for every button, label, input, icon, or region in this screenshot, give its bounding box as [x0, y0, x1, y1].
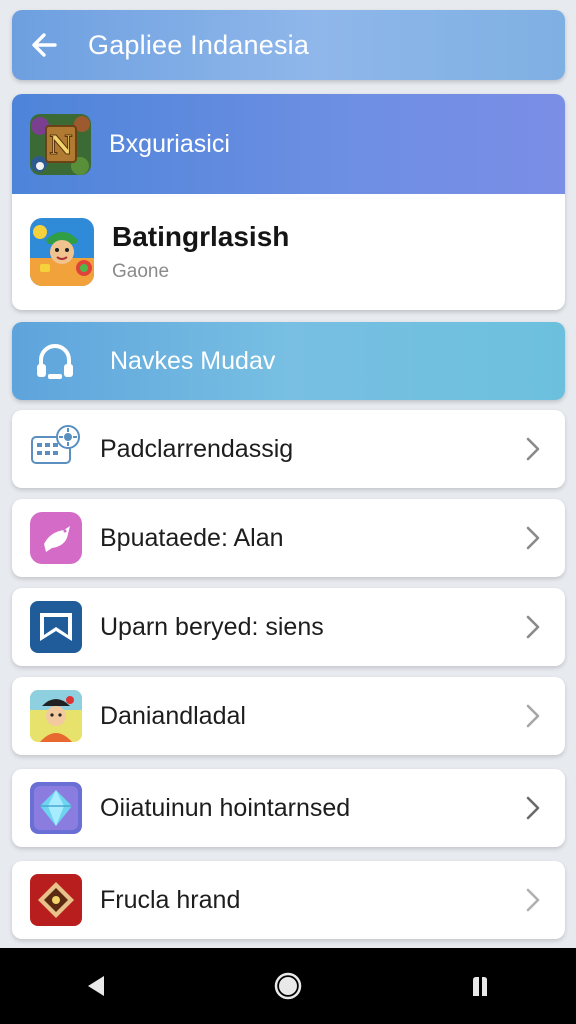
section-label: Navkes Mudav: [110, 346, 276, 375]
bird-app-icon: [30, 512, 82, 564]
list-item-label: Oiiatuinun hointarnsed: [100, 793, 351, 822]
character-game-icon: [30, 218, 94, 286]
list-item-4[interactable]: Daniandladal: [12, 677, 565, 755]
crystal-game-icon: [30, 782, 82, 834]
bookmark-frame-icon: [30, 601, 82, 653]
recents-icon: [473, 974, 487, 996]
back-triangle-icon: [88, 976, 104, 996]
list-item-label: Padclarrendassig: [100, 434, 294, 463]
list-item-6[interactable]: Frucla hrand: [12, 861, 565, 939]
chevron-right-icon: [513, 429, 553, 469]
list-item-2[interactable]: Bpuataede: Alan: [12, 499, 565, 577]
puzzle-game-icon: N: [30, 113, 91, 175]
app-bar: Gapliee Indanesia: [12, 10, 565, 80]
list-item-label: Frucla hrand: [100, 885, 241, 914]
featured-text: Batingrlasish Gaone: [112, 221, 289, 283]
svg-text:N: N: [49, 131, 73, 161]
list-item-3[interactable]: Uparn beryed: siens: [12, 588, 565, 666]
list-item-label: Daniandladal: [100, 701, 246, 730]
chevron-right-icon: [513, 788, 553, 828]
app-screen: Gapliee Indanesia N Bxguriasici Batingrl…: [0, 0, 576, 1024]
page-title: Gapliee Indanesia: [88, 29, 310, 60]
arrow-left-icon: [32, 33, 57, 57]
system-nav-bar: [0, 948, 576, 1024]
featured-app-entry[interactable]: Batingrlasish Gaone: [12, 194, 565, 310]
list-item-5[interactable]: Oiiatuinun hointarnsed: [12, 769, 565, 847]
featured-subtitle: Gaone: [112, 261, 170, 282]
nav-back-button[interactable]: [66, 956, 126, 1016]
keyboard-settings-icon: [30, 423, 82, 475]
featured-title: Batingrlasish: [112, 221, 290, 252]
chevron-right-icon: [513, 696, 553, 736]
featured-header[interactable]: N Bxguriasici: [12, 94, 565, 194]
list-item-label: Bpuataede: Alan: [100, 523, 284, 552]
list-item-label: Uparn beryed: siens: [100, 612, 324, 641]
featured-header-label: Bxguriasici: [109, 129, 230, 158]
list-item-1[interactable]: Padclarrendassig: [12, 410, 565, 488]
chevron-right-icon: [513, 518, 553, 558]
home-circle-icon: [274, 972, 302, 1000]
back-button[interactable]: [12, 10, 76, 80]
featured-card: N Bxguriasici Batingrlasish Gaone: [12, 94, 565, 310]
chevron-right-icon: [513, 607, 553, 647]
character-avatar-icon: [30, 690, 82, 742]
nav-recents-button[interactable]: [450, 956, 510, 1016]
gem-badge-icon: [30, 874, 82, 926]
headset-icon: [37, 344, 73, 379]
chevron-right-icon: [513, 880, 553, 920]
nav-home-button[interactable]: [258, 956, 318, 1016]
section-header[interactable]: Navkes Mudav: [12, 322, 565, 400]
